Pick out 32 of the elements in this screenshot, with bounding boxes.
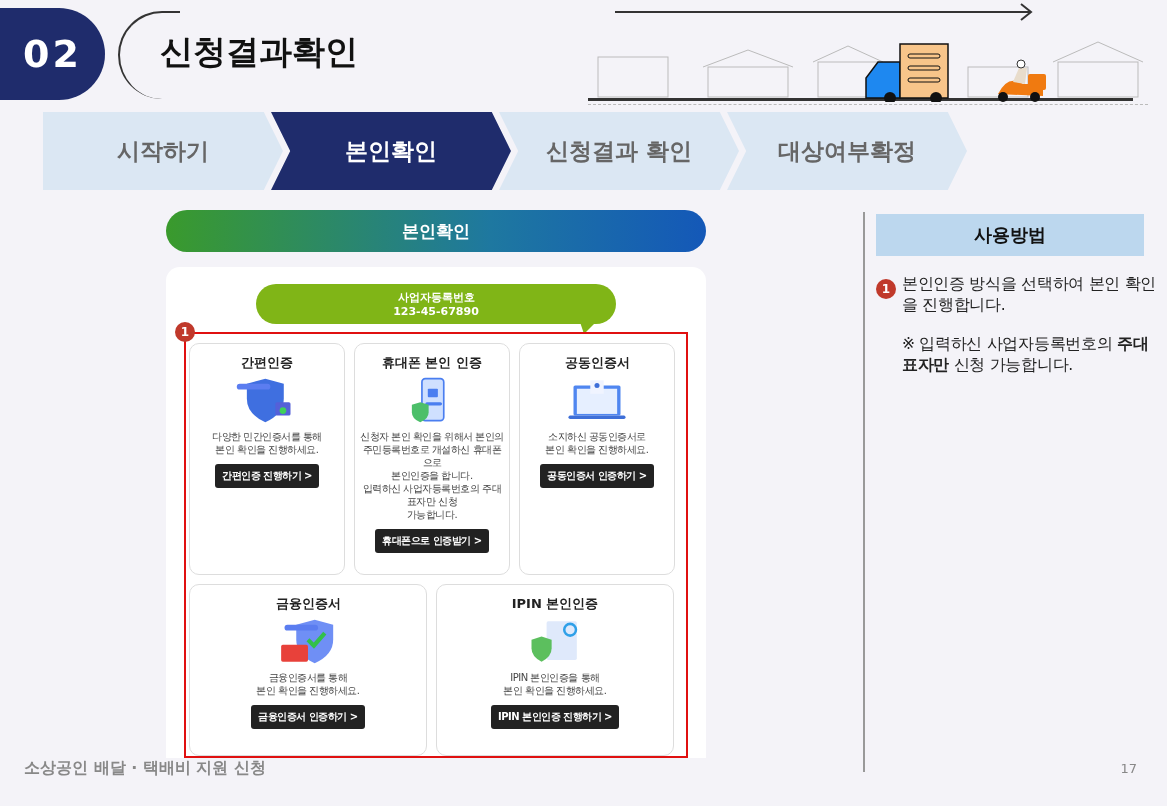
method-button[interactable]: 금융인증서 인증하기 > [251, 705, 365, 729]
method-button[interactable]: IPIN 본인인증 진행하기 > [491, 705, 619, 729]
step-tab[interactable]: 대상여부확정 [727, 112, 967, 190]
method-button[interactable]: 간편인증 진행하기 > [215, 464, 319, 488]
section-number: 02 [0, 8, 105, 100]
method-description: 소지하신 공동인증서로 본인 확인을 진행하세요. [545, 430, 649, 456]
step-tab[interactable]: 시작하기 [43, 112, 283, 190]
footer-text: 소상공인 배달 · 택배비 지원 신청 [24, 758, 266, 779]
method-title: IPIN 본인인증 [511, 595, 599, 613]
instruction-text: 본인인증 방식을 선택하여 본인 확인을 진행합니다. [902, 274, 1157, 316]
method-title: 휴대폰 본인 인증 [381, 354, 483, 372]
method-button[interactable]: 휴대폰으로 인증받기 > [375, 529, 489, 553]
step-marker: 1 [175, 322, 195, 342]
instruction-note: ※ 입력하신 사업자등록번호의 주대표자만 신청 가능합니다. [902, 334, 1150, 376]
page-title: 신청결과확인 [160, 31, 358, 73]
method-description: 금융인증서를 통해 본인 확인을 진행하세요. [256, 671, 360, 697]
method-description: 다양한 민간인증서를 통해 본인 확인을 진행하세요. [212, 430, 322, 456]
method-description: IPIN 본인인증을 통해 본인 확인을 진행하세요. [503, 671, 607, 697]
bubble-label: 사업자등록번호 [397, 290, 475, 305]
arrow-icon [615, 2, 1035, 22]
page-number: 17 [1120, 761, 1137, 776]
panel-header: 본인확인 [166, 210, 706, 252]
step-tab[interactable]: 신청결과 확인 [499, 112, 739, 190]
method-title: 금융인증서 [275, 595, 341, 613]
bubble-value: 123-45-67890 [393, 305, 479, 318]
method-description: 신청자 본인 확인을 위해서 본인의 주민등록번호로 개설하신 휴대폰으로 본인인증을 합니다. 입력하신 사업자등록번호의 주대표자만 신청 가능합니다. [359, 430, 505, 521]
usage-header: 사용방법 [876, 214, 1144, 256]
method-title: 간편인증 [241, 354, 293, 372]
step-marker: 1 [876, 279, 896, 299]
method-title: 공동인증서 [564, 354, 630, 372]
step-tab[interactable]: 본인확인 [271, 112, 511, 190]
method-button[interactable]: 공동인증서 인증하기 > [540, 464, 654, 488]
